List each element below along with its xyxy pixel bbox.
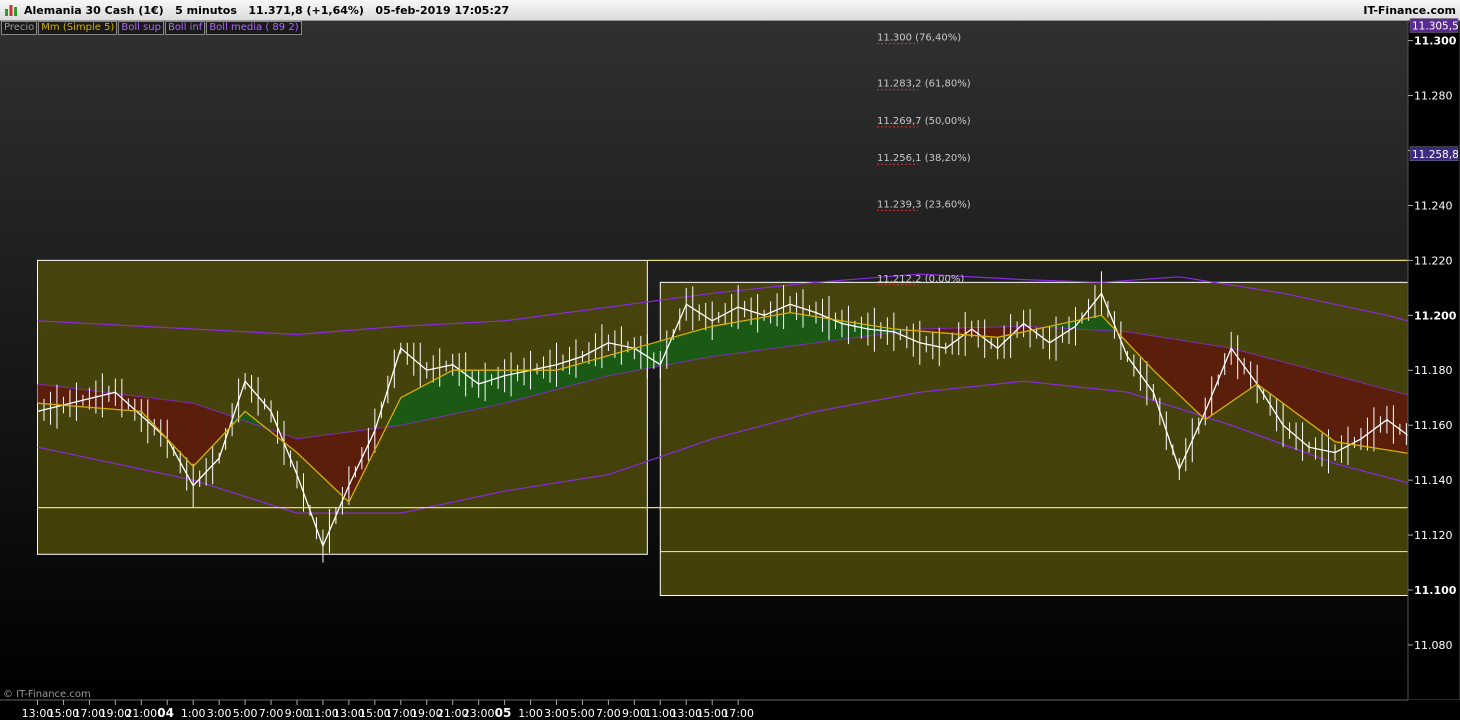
price-chart[interactable]: 11.398,2 (161,80%)11.327,2 (100,00%)11.3… bbox=[0, 0, 1460, 720]
legend-item-sma[interactable]: Mm (Simple 5) bbox=[38, 21, 118, 35]
indicator-legend: Precio Mm (Simple 5) Boll sup Boll inf B… bbox=[1, 21, 303, 35]
axis-price-tag: 11.258,8 bbox=[1412, 149, 1459, 161]
x-tick-label: 05 bbox=[495, 706, 512, 720]
bear-fill-segment bbox=[984, 326, 998, 338]
bull-fill-segment bbox=[439, 370, 453, 417]
y-tick-label: 11.280 bbox=[1414, 90, 1453, 103]
x-tick-label: 1:00 bbox=[518, 707, 543, 720]
y-tick-label: 11.240 bbox=[1414, 199, 1453, 212]
x-tick-label: 3:00 bbox=[207, 707, 232, 720]
x-tick-label: 9:00 bbox=[622, 707, 647, 720]
y-tick-label: 11.160 bbox=[1414, 419, 1453, 432]
x-tick-label: 5:00 bbox=[570, 707, 595, 720]
fib-level-label: 11.269,7 (50,00%) bbox=[877, 116, 971, 127]
watermark: © IT-Finance.com bbox=[3, 689, 91, 700]
fib-level-label: 11.300 (76,40%) bbox=[877, 33, 961, 44]
y-axis-panel[interactable] bbox=[1407, 20, 1460, 701]
bear-fill-segment bbox=[1309, 368, 1323, 433]
bear-fill-segment bbox=[1335, 375, 1348, 444]
x-tick-label: 04 bbox=[157, 706, 174, 720]
axis-price-tag: 11.305,5 bbox=[1412, 20, 1459, 32]
x-tick-label: 9:00 bbox=[285, 707, 310, 720]
fib-level-label: 11.256,1 (38,20%) bbox=[877, 153, 971, 164]
bear-fill-segment bbox=[1192, 342, 1206, 420]
fib-level-label: 11.239,3 (23,60%) bbox=[877, 199, 971, 210]
x-tick-label: 7:00 bbox=[259, 707, 284, 720]
bull-fill-segment bbox=[803, 314, 816, 345]
fib-level-label: 11.283,2 (61,80%) bbox=[877, 79, 971, 90]
legend-item-boll-sup[interactable]: Boll sup bbox=[118, 21, 164, 35]
y-tick-label: 11.140 bbox=[1414, 474, 1453, 487]
bull-fill-segment bbox=[686, 329, 700, 362]
fib-level-label: 11.212,2 (0,00%) bbox=[877, 274, 964, 285]
bear-fill-segment bbox=[1347, 379, 1361, 446]
x-tick-label: 23:00 bbox=[463, 707, 495, 720]
x-tick-label: 21:00 bbox=[125, 707, 157, 720]
bull-fill-segment bbox=[699, 326, 713, 359]
x-tick-label: 1:00 bbox=[181, 707, 206, 720]
bull-fill-segment bbox=[673, 333, 687, 364]
x-tick-label: 17:00 bbox=[722, 707, 754, 720]
y-tick-label: 11.220 bbox=[1414, 254, 1453, 267]
y-tick-label: 11.100 bbox=[1414, 584, 1457, 597]
legend-item-boll-inf[interactable]: Boll inf bbox=[164, 21, 206, 35]
y-tick-label: 11.200 bbox=[1414, 309, 1457, 322]
legend-item-price[interactable]: Precio bbox=[1, 21, 38, 35]
x-tick-label: 7:00 bbox=[596, 707, 621, 720]
y-tick-label: 11.120 bbox=[1414, 529, 1453, 542]
y-tick-label: 11.180 bbox=[1414, 364, 1453, 377]
legend-item-boll-media[interactable]: Boll media ( 89 2) bbox=[206, 21, 302, 35]
y-tick-label: 11.300 bbox=[1414, 35, 1457, 48]
bull-fill-segment bbox=[738, 319, 752, 354]
y-tick-label: 11.080 bbox=[1414, 639, 1453, 652]
bull-fill-segment bbox=[712, 323, 726, 357]
x-tick-label: 5:00 bbox=[233, 707, 258, 720]
x-tick-label: 3:00 bbox=[544, 707, 569, 720]
